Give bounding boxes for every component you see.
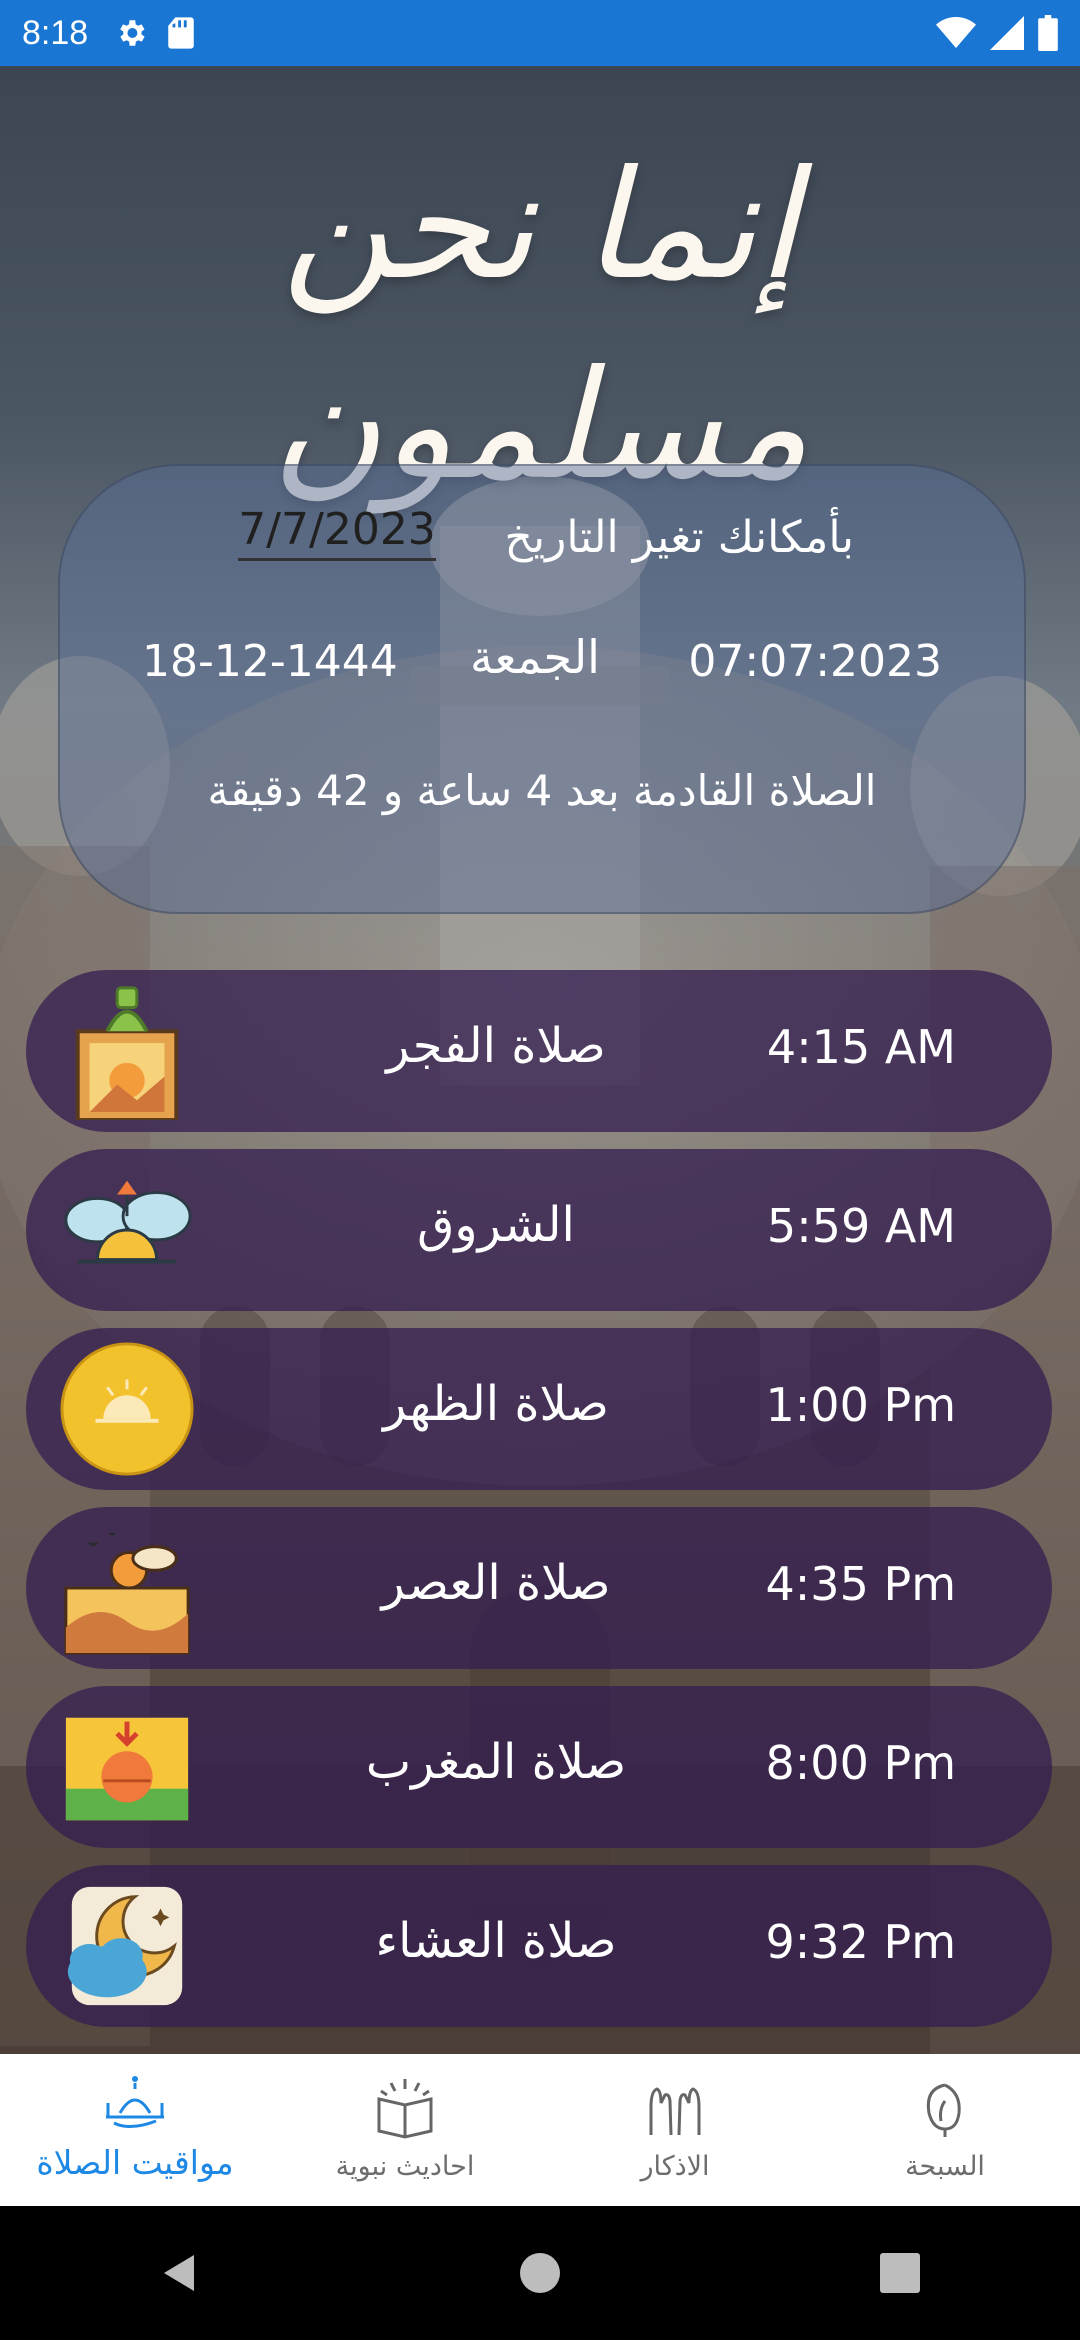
prayer-row-dhuhr[interactable]: صلاة الظهر 1:00 Pm <box>26 1328 1052 1490</box>
prayer-name: الشروق <box>417 1197 575 1253</box>
nav-label: احاديث نبوية <box>335 2151 475 2182</box>
system-navigation-bar <box>0 2206 1080 2340</box>
date-picker-field[interactable]: 7/7/2023 <box>238 504 436 561</box>
cell-signal-icon <box>990 16 1024 50</box>
night-moon-cloud-icon <box>67 1886 183 2006</box>
app-background: إنما نحن مسلمون بأمكانك تغير التاريخ 7/7… <box>0 66 1080 2054</box>
nav-label: مواقيت الصلاة <box>36 2143 234 2182</box>
wifi-icon <box>936 17 976 48</box>
bottom-navigation: مواقيت الصلاة احاديث نبوية الاذكار السبح… <box>0 2054 1080 2206</box>
prayer-name: صلاة الظهر <box>383 1376 609 1432</box>
noon-sun-icon <box>60 1342 194 1476</box>
prayer-row-fajr[interactable]: صلاة الفجر 4:15 AM <box>26 970 1052 1132</box>
nav-label: السبحة <box>905 2151 985 2182</box>
prayer-name: صلاة الفجر <box>386 1018 606 1074</box>
nav-item-tasbih[interactable]: السبحة <box>810 2054 1080 2206</box>
next-prayer-countdown: الصلاة القادمة بعد 4 ساعة و 42 دقيقة <box>207 766 877 815</box>
nav-item-prayer-times[interactable]: مواقيت الصلاة <box>0 2054 270 2206</box>
afternoon-desert-icon <box>64 1532 190 1655</box>
prayer-name: صلاة العصر <box>381 1555 611 1611</box>
gregorian-date: 07:07:2023 <box>688 636 942 687</box>
prayer-beads-icon <box>926 2083 961 2137</box>
sunrise-icon <box>64 1180 192 1264</box>
prayer-row-sunrise[interactable]: الشروق 5:59 AM <box>26 1149 1052 1311</box>
praying-hands-icon <box>649 2087 701 2136</box>
recents-icon[interactable] <box>878 2251 922 2295</box>
status-bar: 8:18 <box>0 0 1080 66</box>
nav-item-hadith[interactable]: احاديث نبوية <box>270 2054 540 2206</box>
nav-label: الاذكار <box>640 2151 710 2182</box>
date-card: بأمكانك تغير التاريخ 7/7/2023 07:07:2023… <box>58 464 1026 914</box>
prayer-time: 4:35 Pm <box>765 1557 956 1611</box>
prayer-time: 1:00 Pm <box>765 1378 956 1432</box>
prayer-time: 5:59 AM <box>766 1199 956 1253</box>
status-time: 8:18 <box>22 13 89 52</box>
back-icon[interactable] <box>158 2251 202 2295</box>
home-icon[interactable] <box>518 2251 562 2295</box>
battery-icon <box>1038 15 1058 51</box>
prayer-row-maghrib[interactable]: صلاة المغرب 8:00 Pm <box>26 1686 1052 1848</box>
prayer-time: 4:15 AM <box>766 1020 956 1074</box>
hijri-date: 18-12-1444 <box>142 636 398 687</box>
sunset-icon <box>65 1717 189 1821</box>
change-date-label: بأمكانك تغير التاريخ <box>504 512 854 563</box>
prayer-row-isha[interactable]: صلاة العشاء 9:32 Pm <box>26 1865 1052 2027</box>
fajr-dawn-icon <box>75 986 179 1120</box>
mosque-icon <box>106 2076 164 2128</box>
open-book-icon <box>377 2079 433 2139</box>
sd-card-icon <box>168 17 194 49</box>
prayer-name: صلاة المغرب <box>365 1734 627 1790</box>
prayer-row-asr[interactable]: صلاة العصر 4:35 Pm <box>26 1507 1052 1669</box>
prayer-time: 9:32 Pm <box>765 1915 956 1969</box>
settings-gear-icon <box>120 20 145 46</box>
day-name: الجمعة <box>470 630 600 684</box>
nav-item-adhkar[interactable]: الاذكار <box>540 2054 810 2206</box>
prayer-name: صلاة العشاء <box>375 1913 617 1969</box>
prayer-time: 8:00 Pm <box>765 1736 956 1790</box>
